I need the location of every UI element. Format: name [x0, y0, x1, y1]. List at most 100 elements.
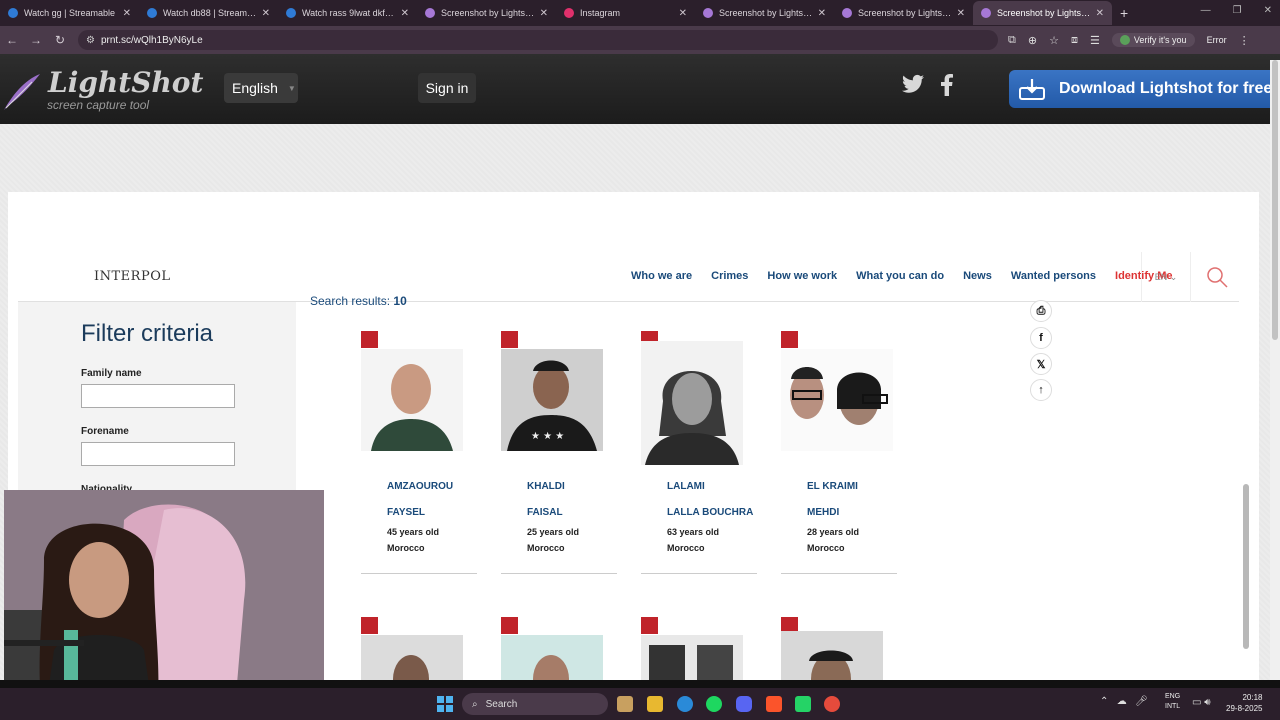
forename-field — [81, 442, 235, 466]
facebook-share-icon: f — [1030, 327, 1052, 349]
back-icon[interactable]: ← — [0, 33, 24, 47]
language-bottom: INTL — [1165, 703, 1181, 710]
download-icon — [1019, 79, 1045, 100]
install-app-icon[interactable]: ⧉ — [1008, 34, 1016, 47]
close-tab-icon[interactable]: ✕ — [1096, 8, 1104, 19]
search-results-summary: Search results: 10 — [310, 294, 407, 308]
taskbar-search-input[interactable]: ⌕ Search — [462, 693, 608, 715]
forename: FAYSEL — [387, 507, 425, 518]
age: 63 years old — [667, 527, 720, 537]
lightshot-logo[interactable]: LightShot screen capture tool — [0, 64, 203, 114]
browser-tab[interactable]: Screenshot by Lightshot ✕ — [417, 1, 556, 25]
taskbar-clock[interactable]: 20:18 29-8-2025 — [1226, 692, 1262, 714]
windows-taskbar: ⌕ Search ⌃ ☁ 🎤︎ ENG INTL ▭ 🔊︎ 20:18 29-8… — [0, 688, 1280, 720]
minimize-icon[interactable]: — — [1201, 5, 1211, 16]
twitter-icon[interactable] — [902, 74, 924, 94]
browser-tab-active[interactable]: Screenshot by Lightshot ✕ — [973, 1, 1112, 25]
tab-label: Screenshot by Lightshot — [719, 8, 814, 18]
lightshot-favicon-icon — [703, 8, 713, 18]
whatsapp-icon[interactable] — [795, 696, 811, 712]
network-volume-icons[interactable]: ▭ 🔊︎ — [1192, 697, 1211, 708]
forward-icon[interactable]: → — [24, 33, 48, 47]
clock-date: 29-8-2025 — [1226, 704, 1263, 713]
extensions-icon[interactable]: ⧈ — [1071, 34, 1078, 47]
error-button[interactable]: Error — [1207, 35, 1227, 45]
close-tab-icon[interactable]: ✕ — [540, 8, 548, 19]
person-photo — [361, 349, 463, 451]
verify-label: Verify it's you — [1133, 35, 1187, 45]
browser-tab[interactable]: Watch gg | Streamable ✕ — [0, 1, 139, 25]
close-tab-icon[interactable]: ✕ — [123, 8, 131, 19]
age: 45 years old — [387, 527, 440, 537]
chevron-up-icon[interactable]: ⌃ — [1100, 696, 1108, 707]
maximize-icon[interactable]: ❐ — [1233, 5, 1242, 16]
address-actions: ⧉ ⊕ ☆ ⧈ ☰ Verify it's you Error ⋮ — [1008, 33, 1250, 47]
spotify-icon[interactable] — [706, 696, 722, 712]
close-tab-icon[interactable]: ✕ — [679, 8, 687, 19]
person-photo: ★ ★ ★ — [501, 349, 603, 451]
file-explorer-icon[interactable] — [647, 696, 663, 712]
red-notice-badge-icon — [361, 331, 378, 348]
clock-time: 20:18 — [1242, 693, 1263, 702]
input-language[interactable]: ENG INTL — [1165, 692, 1180, 712]
screen-edge — [0, 680, 1280, 688]
windows-start-icon[interactable] — [437, 696, 453, 712]
verify-button[interactable]: Verify it's you — [1111, 33, 1195, 47]
discord-icon[interactable] — [736, 696, 752, 712]
zoom-icon[interactable]: ⊕ — [1028, 34, 1037, 47]
new-tab-button[interactable]: + — [1120, 5, 1128, 21]
browser-tab[interactable]: Screenshot by Lightshot ✕ — [695, 1, 834, 25]
language-selector[interactable]: English ▼ — [224, 73, 298, 103]
red-notice-badge-icon — [361, 617, 378, 634]
browser-tab[interactable]: Watch rass 9lwat dkfat | S ✕ — [278, 1, 417, 25]
logo-subtitle: screen capture tool — [47, 98, 150, 112]
window-controls: — ❐ ✕ — [1201, 5, 1272, 16]
facebook-icon[interactable] — [940, 74, 954, 96]
url-input[interactable]: ⚙ prnt.sc/wQlh1ByN6yLe — [78, 30, 998, 50]
lightshot-favicon-icon — [981, 8, 991, 18]
family-name-field — [81, 384, 235, 408]
person-photo — [641, 635, 743, 680]
close-tab-icon[interactable]: ✕ — [957, 8, 965, 19]
close-tab-icon[interactable]: ✕ — [401, 8, 409, 19]
browser-tab-bar: Watch gg | Streamable ✕ Watch db88 | Stre… — [0, 0, 1280, 26]
brave-icon[interactable] — [766, 696, 782, 712]
download-button[interactable]: Download Lightshot for free — [1009, 70, 1280, 108]
reading-list-icon[interactable]: ☰ — [1090, 34, 1100, 47]
arrow-up-icon: ↑ — [1030, 379, 1052, 401]
close-tab-icon[interactable]: ✕ — [262, 8, 270, 19]
instagram-favicon-icon — [564, 8, 574, 18]
browser-tab[interactable]: Screenshot by Lightshot ✕ — [834, 1, 973, 25]
red-notice-badge-icon — [501, 331, 518, 348]
scrollbar-thumb[interactable] — [1272, 60, 1278, 340]
url-text: prnt.sc/wQlh1ByN6yLe — [100, 34, 203, 46]
edge-icon[interactable] — [677, 696, 693, 712]
sign-in-button[interactable]: Sign in — [418, 73, 476, 103]
browser-tab[interactable]: Instagram ✕ — [556, 1, 695, 25]
chrome-icon[interactable] — [824, 696, 840, 712]
file-explorer-alt-icon[interactable] — [617, 696, 633, 712]
lightshot-favicon-icon — [425, 8, 435, 18]
cloud-icon[interactable]: ☁ — [1117, 696, 1127, 707]
language-code: EN — [1154, 272, 1168, 282]
taskbar-search-label: Search — [485, 698, 518, 710]
browser-menu-icon[interactable]: ⋮ — [1239, 34, 1250, 47]
microphone-icon[interactable]: 🎤︎ — [1135, 696, 1148, 707]
address-bar: ← → ↻ ⚙ prnt.sc/wQlh1ByN6yLe ⧉ ⊕ ☆ ⧈ ☰ V… — [0, 26, 1280, 54]
chevron-down-icon: ⌄ — [1169, 271, 1178, 282]
card-divider — [781, 573, 897, 574]
close-window-icon[interactable]: ✕ — [1264, 5, 1272, 16]
page-scrollbar[interactable] — [1270, 60, 1280, 680]
tab-label: Screenshot by Lightshot — [997, 8, 1092, 18]
person-photo — [361, 635, 463, 680]
close-tab-icon[interactable]: ✕ — [818, 8, 826, 19]
browser-tab[interactable]: Watch db88 | Streamable ✕ — [139, 1, 278, 25]
menu-item: News — [963, 270, 992, 282]
menu-item: Who we are — [631, 270, 693, 282]
nationality: Morocco — [667, 543, 705, 553]
site-info-icon[interactable]: ⚙ — [86, 35, 95, 46]
interpol-menu: Who we are Crimes How we work What you c… — [631, 270, 1172, 282]
bookmark-star-icon[interactable]: ☆ — [1049, 34, 1059, 47]
menu-item: How we work — [767, 270, 838, 282]
reload-icon[interactable]: ↻ — [48, 33, 72, 47]
